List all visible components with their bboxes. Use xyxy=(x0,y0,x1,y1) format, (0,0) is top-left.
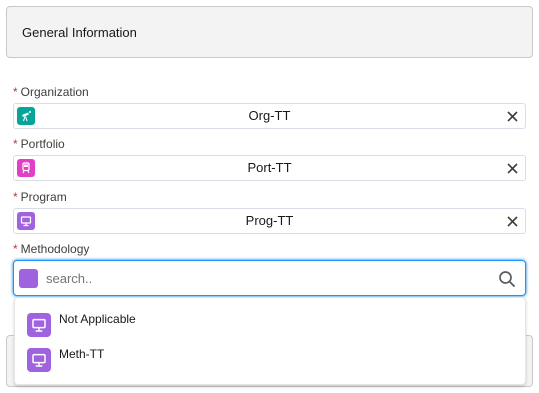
close-icon xyxy=(506,215,518,227)
close-icon xyxy=(506,110,518,122)
methodology-options-list: Not Applicable Meth-TT xyxy=(14,297,526,385)
organization-lookup[interactable]: Org-TT xyxy=(13,103,526,129)
telescope-icon xyxy=(17,107,35,125)
organization-label: * Organization xyxy=(13,85,89,99)
required-marker: * xyxy=(13,85,18,99)
methodology-search-input[interactable] xyxy=(46,267,486,289)
required-marker: * xyxy=(13,190,18,204)
organization-value: Org-TT xyxy=(248,108,291,123)
tram-icon xyxy=(17,159,35,177)
methodology-label: * Methodology xyxy=(13,242,90,256)
methodology-search-combobox[interactable] xyxy=(13,260,526,296)
section-title: General Information xyxy=(22,24,137,40)
close-icon xyxy=(506,162,518,174)
option-meth-tt[interactable]: Meth-TT xyxy=(15,343,525,377)
clear-organization-button[interactable] xyxy=(503,107,521,125)
required-marker: * xyxy=(13,242,18,256)
monitor-icon xyxy=(17,212,35,230)
portfolio-lookup[interactable]: Port-TT xyxy=(13,155,526,181)
object-icon xyxy=(19,269,38,288)
clear-portfolio-button[interactable] xyxy=(503,159,521,177)
section-header-general-information[interactable]: General Information xyxy=(6,6,533,58)
program-lookup[interactable]: Prog-TT xyxy=(13,208,526,234)
portfolio-label: * Portfolio xyxy=(13,137,65,151)
clear-program-button[interactable] xyxy=(503,212,521,230)
search-icon[interactable] xyxy=(498,270,516,288)
option-label: Meth-TT xyxy=(59,347,105,361)
program-label: * Program xyxy=(13,190,67,204)
program-value: Prog-TT xyxy=(245,213,294,228)
required-marker: * xyxy=(13,137,18,151)
option-not-applicable[interactable]: Not Applicable xyxy=(15,308,525,342)
portfolio-value: Port-TT xyxy=(247,160,292,175)
option-label: Not Applicable xyxy=(59,312,136,326)
monitor-icon xyxy=(27,348,51,372)
monitor-icon xyxy=(27,313,51,337)
